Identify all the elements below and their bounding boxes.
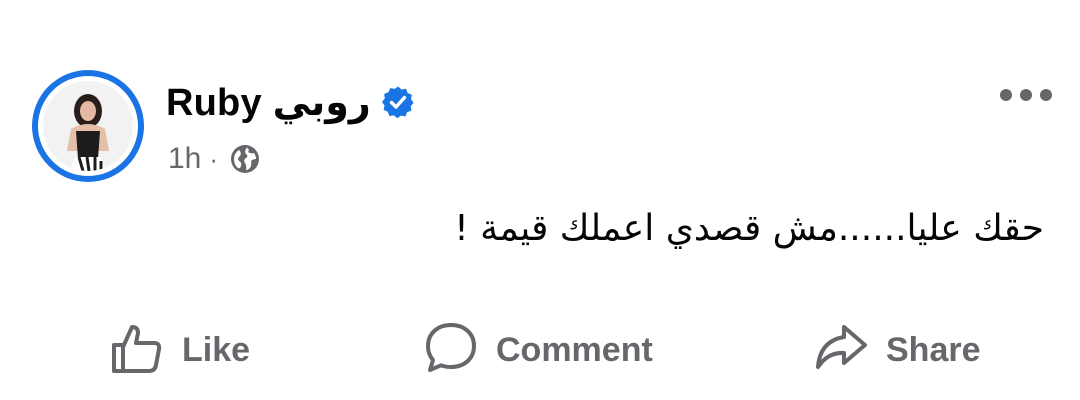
author-name[interactable]: Ruby روبي — [166, 80, 371, 125]
comment-button[interactable]: Comment — [424, 312, 653, 388]
post-text: حقك عليا......مش قصدي اعملك قيمة ! — [454, 208, 1044, 249]
post-meta: 1h · — [168, 140, 260, 178]
avatar[interactable] — [32, 70, 144, 182]
more-options-icon[interactable] — [1000, 86, 1052, 104]
comment-label: Comment — [496, 330, 653, 369]
post-time[interactable]: 1h — [168, 142, 201, 176]
share-button[interactable]: Share — [814, 312, 981, 388]
thumbs-up-icon — [110, 321, 164, 380]
comment-bubble-icon — [424, 321, 478, 380]
action-bar: Like Comment Share — [0, 312, 1080, 388]
like-button[interactable]: Like — [110, 312, 250, 388]
like-label: Like — [182, 330, 251, 369]
verified-badge-icon — [381, 85, 415, 119]
share-label: Share — [886, 330, 981, 369]
post-card: Ruby روبي 1h · حقك عليا......مش قصدي اعم… — [0, 0, 1080, 400]
avatar-photo — [43, 81, 133, 171]
share-arrow-icon — [814, 321, 868, 380]
meta-separator: · — [209, 143, 219, 174]
globe-icon[interactable] — [230, 144, 260, 174]
author-row: Ruby روبي — [166, 78, 415, 126]
